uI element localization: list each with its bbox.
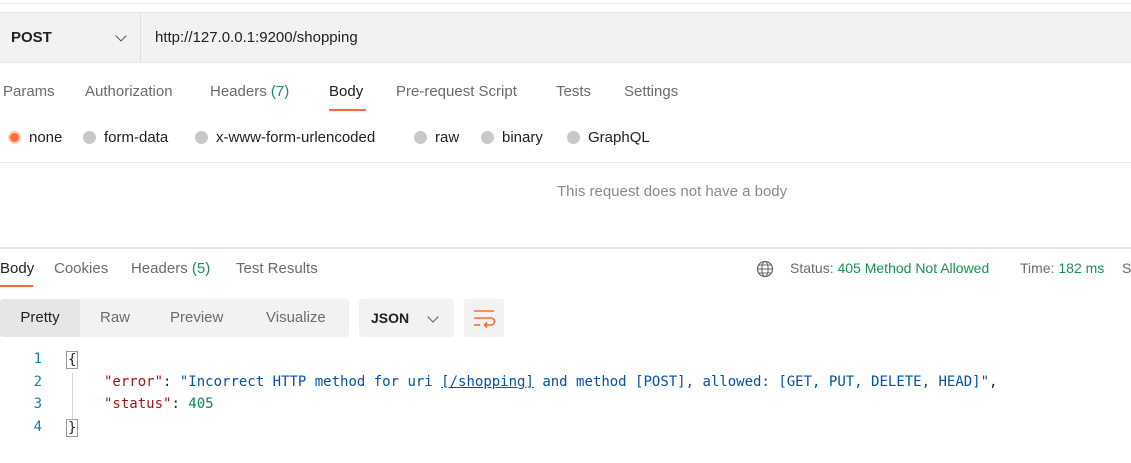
code-line: }: [66, 419, 79, 437]
code-line: "status": 405: [104, 396, 214, 412]
json-key-error: "error": [104, 374, 164, 390]
tab-authorization[interactable]: Authorization: [85, 83, 173, 100]
empty-body-message: This request does not have a body: [557, 183, 788, 200]
radio-none[interactable]: none: [8, 129, 62, 146]
wrap-lines-icon: [474, 310, 496, 329]
format-label: JSON: [371, 310, 410, 326]
tab-params[interactable]: Params: [3, 83, 55, 100]
tab-tests[interactable]: Tests: [556, 83, 591, 100]
response-active-tab-indicator: [0, 285, 33, 287]
json-uri-link[interactable]: [/shopping]: [441, 374, 534, 390]
tab-headers[interactable]: Headers (7): [210, 83, 289, 100]
view-mode-raw[interactable]: Raw: [100, 299, 130, 337]
radio-indicator: [414, 131, 427, 144]
view-mode-preview[interactable]: Preview: [170, 299, 223, 337]
tab-pre-request-script[interactable]: Pre-request Script: [396, 83, 517, 100]
url-bar: POST http://127.0.0.1:9200/shopping: [0, 12, 1131, 63]
chevron-down-icon: [115, 30, 127, 42]
response-tab-headers-count: (5): [191, 260, 211, 277]
radio-indicator: [567, 131, 580, 144]
response-tab-body[interactable]: Body: [0, 260, 34, 277]
view-mode-visualize[interactable]: Visualize: [266, 299, 326, 337]
format-select[interactable]: JSON: [359, 299, 454, 337]
radio-indicator: [83, 131, 96, 144]
line-number: 1: [33, 351, 42, 367]
tab-headers-label: Headers: [210, 83, 267, 100]
radio-raw-label: raw: [435, 129, 460, 146]
method-label: POST: [11, 29, 52, 46]
radio-raw[interactable]: raw: [414, 129, 459, 146]
pane-splitter[interactable]: [0, 247, 1131, 249]
line-number: 4: [33, 419, 42, 435]
radio-form-data[interactable]: form-data: [83, 129, 168, 146]
wrap-lines-button[interactable]: [464, 299, 504, 337]
json-value-error-suffix: and method [POST], allowed: [GET, PUT, D…: [533, 374, 990, 390]
json-key-status: "status": [104, 396, 172, 412]
time-value: 182 ms: [1058, 260, 1105, 276]
radio-graphql-label: GraphQL: [588, 129, 650, 146]
radio-x-www-form-urlencoded[interactable]: x-www-form-urlencoded: [195, 129, 375, 146]
radio-indicator: [195, 131, 208, 144]
code-line: "error": "Incorrect HTTP method for uri …: [104, 374, 998, 390]
tab-headers-count: (7): [270, 83, 290, 100]
radio-none-label: none: [29, 129, 63, 146]
line-number: 2: [33, 374, 42, 390]
code-line: {: [66, 351, 79, 369]
globe-icon[interactable]: [756, 260, 774, 278]
response-tab-headers[interactable]: Headers (5): [131, 260, 210, 277]
radio-binary-label: binary: [502, 129, 543, 146]
indent-guide: [72, 373, 73, 421]
json-value-status: 405: [188, 396, 214, 412]
response-tab-test-results[interactable]: Test Results: [236, 260, 318, 277]
open-brace: {: [66, 351, 79, 369]
view-mode-pretty[interactable]: Pretty: [0, 299, 80, 337]
status-readout[interactable]: Status: 405 Method Not Allowed: [790, 260, 989, 276]
time-label: Time:: [1020, 260, 1055, 276]
chevron-down-icon: [427, 311, 439, 323]
radio-urlencoded-label: x-www-form-urlencoded: [216, 129, 376, 146]
url-input[interactable]: http://127.0.0.1:9200/shopping: [155, 29, 358, 46]
json-value-error-prefix: "Incorrect HTTP method for uri: [179, 374, 442, 390]
radio-graphql[interactable]: GraphQL: [567, 129, 650, 146]
time-readout[interactable]: Time: 182 ms: [1020, 260, 1104, 276]
status-value: 405 Method Not Allowed: [837, 260, 990, 276]
radio-form-data-label: form-data: [104, 129, 169, 146]
top-divider: [0, 0, 1131, 4]
radio-selected-indicator: [8, 131, 21, 144]
tab-settings[interactable]: Settings: [624, 83, 678, 100]
radio-indicator: [481, 131, 494, 144]
response-tab-cookies[interactable]: Cookies: [54, 260, 108, 277]
line-number: 3: [33, 396, 42, 412]
method-select[interactable]: POST: [0, 13, 141, 62]
close-brace: }: [66, 419, 79, 437]
status-label: Status:: [790, 260, 834, 276]
response-tab-headers-label: Headers: [131, 260, 188, 277]
tab-body[interactable]: Body: [329, 83, 363, 100]
radio-binary[interactable]: binary: [481, 129, 543, 146]
view-mode-selector: Pretty Raw Preview Visualize: [0, 299, 349, 337]
active-tab-indicator: [329, 109, 366, 111]
size-readout-partial[interactable]: S: [1122, 260, 1131, 276]
divider: [0, 162, 1131, 163]
